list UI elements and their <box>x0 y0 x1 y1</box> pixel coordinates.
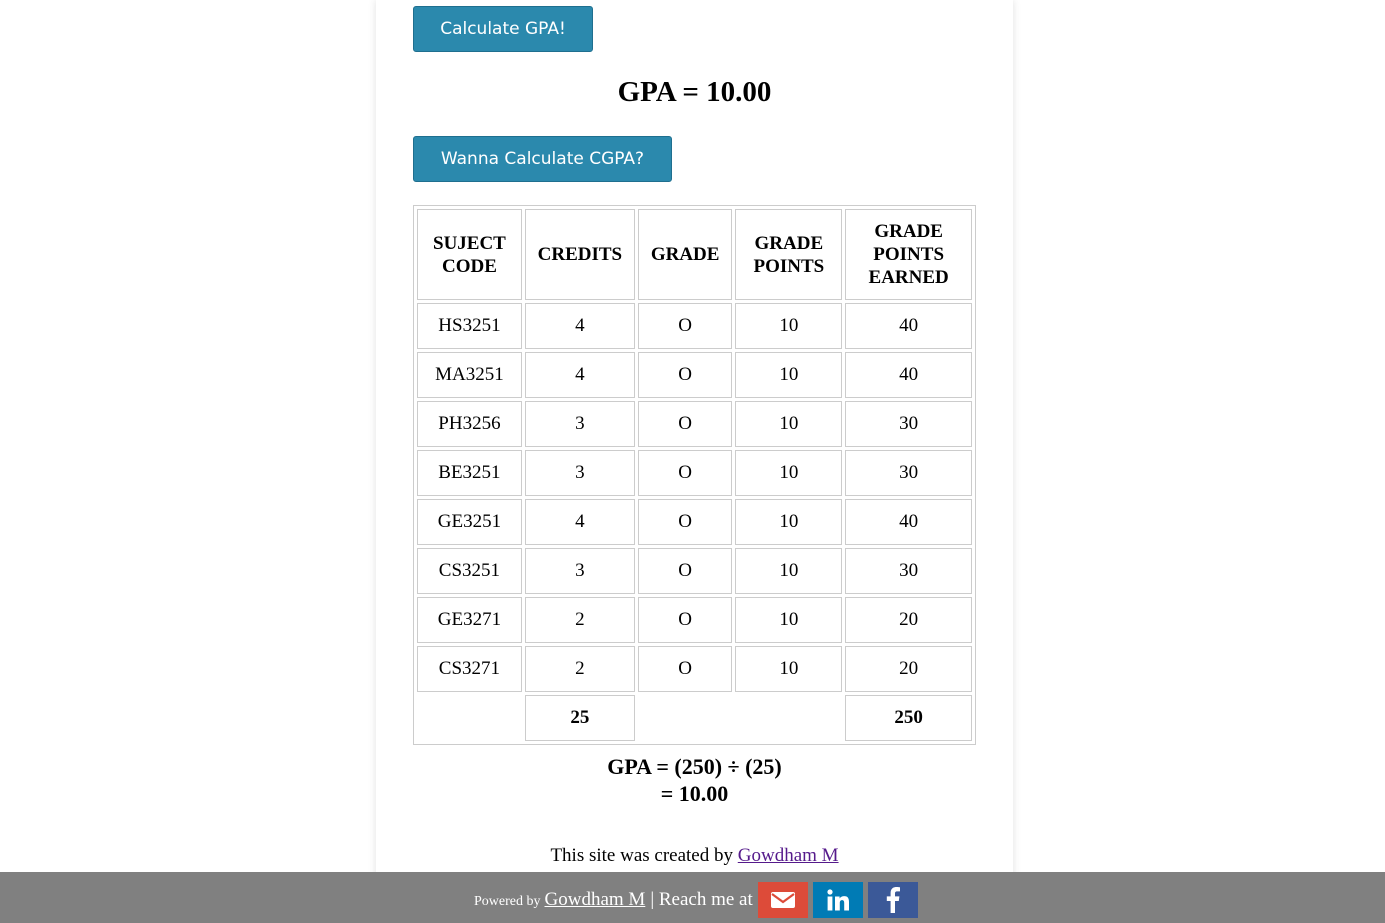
table-row: GE3251 4 O 10 40 <box>417 499 972 545</box>
header-grade-points-earned: GRADE POINTS EARNED <box>845 209 972 300</box>
cell-points: 10 <box>735 548 843 594</box>
cell-code: CS3271 <box>417 646 522 692</box>
cell-credits: 4 <box>524 303 635 349</box>
table-row: BE3251 3 O 10 30 <box>417 450 972 496</box>
cell-points: 10 <box>735 303 843 349</box>
cell-points: 10 <box>735 401 843 447</box>
calculate-cgpa-button[interactable]: Wanna Calculate CGPA? <box>413 136 672 182</box>
total-credits: 25 <box>524 695 635 741</box>
table-row: PH3256 3 O 10 30 <box>417 401 972 447</box>
powered-by-label: Powered by <box>474 894 541 909</box>
cell-points: 10 <box>735 646 843 692</box>
cell-grade: O <box>637 450 733 496</box>
table-row: GE3271 2 O 10 20 <box>417 597 972 643</box>
cell-earned: 30 <box>845 548 972 594</box>
cell-earned: 20 <box>845 597 972 643</box>
cell-points: 10 <box>735 450 843 496</box>
cell-code: CS3251 <box>417 548 522 594</box>
table-row: MA3251 4 O 10 40 <box>417 352 972 398</box>
linkedin-button[interactable] <box>812 882 863 918</box>
page: Calculate GPA! GPA = 10.00 Wanna Calcula… <box>0 0 1385 923</box>
cell-code: GE3271 <box>417 597 522 643</box>
linkedin-icon <box>827 889 849 911</box>
cell-grade: O <box>637 352 733 398</box>
calculate-gpa-button[interactable]: Calculate GPA! <box>413 6 593 52</box>
cell-earned: 40 <box>845 303 972 349</box>
cell-points: 10 <box>735 352 843 398</box>
table-row: HS3251 4 O 10 40 <box>417 303 972 349</box>
reach-me-label: | Reach me at <box>650 889 753 910</box>
header-subject-code: SUJECT CODE <box>417 209 522 300</box>
cell-grade: O <box>637 401 733 447</box>
cell-credits: 4 <box>524 352 635 398</box>
facebook-icon <box>886 887 900 913</box>
cell-code: BE3251 <box>417 450 522 496</box>
cell-code: PH3256 <box>417 401 522 447</box>
cell-grade: O <box>637 597 733 643</box>
cell-code: GE3251 <box>417 499 522 545</box>
header-credits: CREDITS <box>524 209 635 300</box>
cell-code: HS3251 <box>417 303 522 349</box>
cell-grade: O <box>637 499 733 545</box>
cell-empty <box>417 695 522 741</box>
cell-credits: 3 <box>524 401 635 447</box>
formula-line-1: GPA = (250) ÷ (25) <box>607 754 782 779</box>
total-earned: 250 <box>845 695 972 741</box>
footer-author-link[interactable]: Gowdham M <box>545 889 646 911</box>
facebook-button[interactable] <box>867 882 918 918</box>
formula-line-2: = 10.00 <box>660 781 729 806</box>
table-row: CS3271 2 O 10 20 <box>417 646 972 692</box>
header-grade: GRADE <box>637 209 733 300</box>
table-header-row: SUJECT CODE CREDITS GRADE GRADE POINTS GRA… <box>417 209 972 300</box>
envelope-icon <box>770 892 795 908</box>
cell-grade: O <box>637 303 733 349</box>
cell-credits: 3 <box>524 450 635 496</box>
footer-bar: Powered by Gowdham M | Reach me at <box>0 872 1385 923</box>
author-link[interactable]: Gowdham M <box>738 845 839 866</box>
cell-earned: 40 <box>845 499 972 545</box>
cell-code: MA3251 <box>417 352 522 398</box>
gpa-result: GPA = 10.00 <box>617 76 772 108</box>
site-credit: This site was created by Gowdham M <box>376 845 1013 867</box>
cell-credits: 3 <box>524 548 635 594</box>
table-totals-row: 25 250 <box>417 695 972 741</box>
credit-text: This site was created by <box>550 845 733 866</box>
cell-credits: 2 <box>524 597 635 643</box>
cell-grade: O <box>637 646 733 692</box>
table-row: CS3251 3 O 10 30 <box>417 548 972 594</box>
cell-grade: O <box>637 548 733 594</box>
gpa-formula: GPA = (250) ÷ (25) = 10.00 <box>376 753 1013 807</box>
header-grade-points: GRADE POINTS <box>735 209 843 300</box>
email-button[interactable] <box>757 882 808 918</box>
grades-table: SUJECT CODE CREDITS GRADE GRADE POINTS GRA… <box>413 205 976 745</box>
cell-points: 10 <box>735 597 843 643</box>
cell-empty <box>638 695 842 741</box>
footer-content: Powered by Gowdham M | Reach me at <box>474 882 918 918</box>
cell-credits: 2 <box>524 646 635 692</box>
cell-earned: 40 <box>845 352 972 398</box>
cell-points: 10 <box>735 499 843 545</box>
cell-earned: 30 <box>845 401 972 447</box>
cell-earned: 30 <box>845 450 972 496</box>
cell-earned: 20 <box>845 646 972 692</box>
cell-credits: 4 <box>524 499 635 545</box>
